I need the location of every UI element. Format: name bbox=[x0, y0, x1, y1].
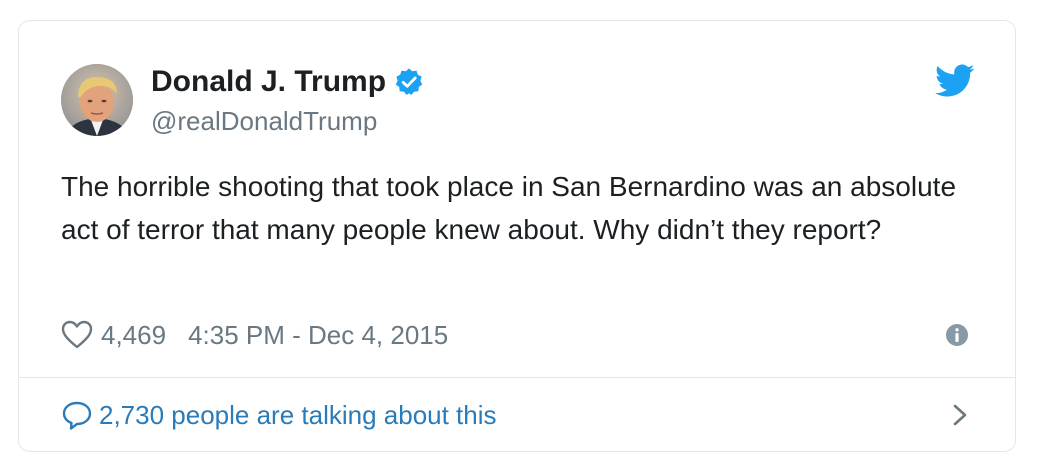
tweet-text: The horrible shooting that took place in… bbox=[61, 171, 957, 245]
like-count[interactable]: 4,469 bbox=[101, 320, 166, 351]
author-display-name[interactable]: Donald J. Trump bbox=[151, 64, 386, 100]
avatar[interactable] bbox=[61, 64, 133, 136]
card-divider bbox=[19, 377, 1015, 378]
author-handle[interactable]: @realDonaldTrump bbox=[151, 105, 377, 137]
tweet-timestamp[interactable]: 4:35 PM - Dec 4, 2015 bbox=[188, 320, 448, 351]
tweet-card[interactable]: Donald J. Trump @realDonaldTrump The hor… bbox=[18, 20, 1016, 452]
chevron-right-icon[interactable] bbox=[951, 403, 969, 427]
heart-icon[interactable] bbox=[61, 320, 93, 350]
tweet-meta-row: 4,469 4:35 PM - Dec 4, 2015 bbox=[61, 315, 448, 355]
author-name-row: Donald J. Trump bbox=[151, 64, 424, 100]
conversation-count-text[interactable]: 2,730 people are talking about this bbox=[99, 400, 497, 431]
conversation-link[interactable]: 2,730 people are talking about this bbox=[61, 395, 497, 435]
twitter-bird-icon[interactable] bbox=[935, 64, 975, 98]
info-icon[interactable] bbox=[945, 323, 969, 347]
speech-bubble-icon bbox=[61, 400, 93, 430]
verified-badge-icon bbox=[394, 67, 424, 97]
